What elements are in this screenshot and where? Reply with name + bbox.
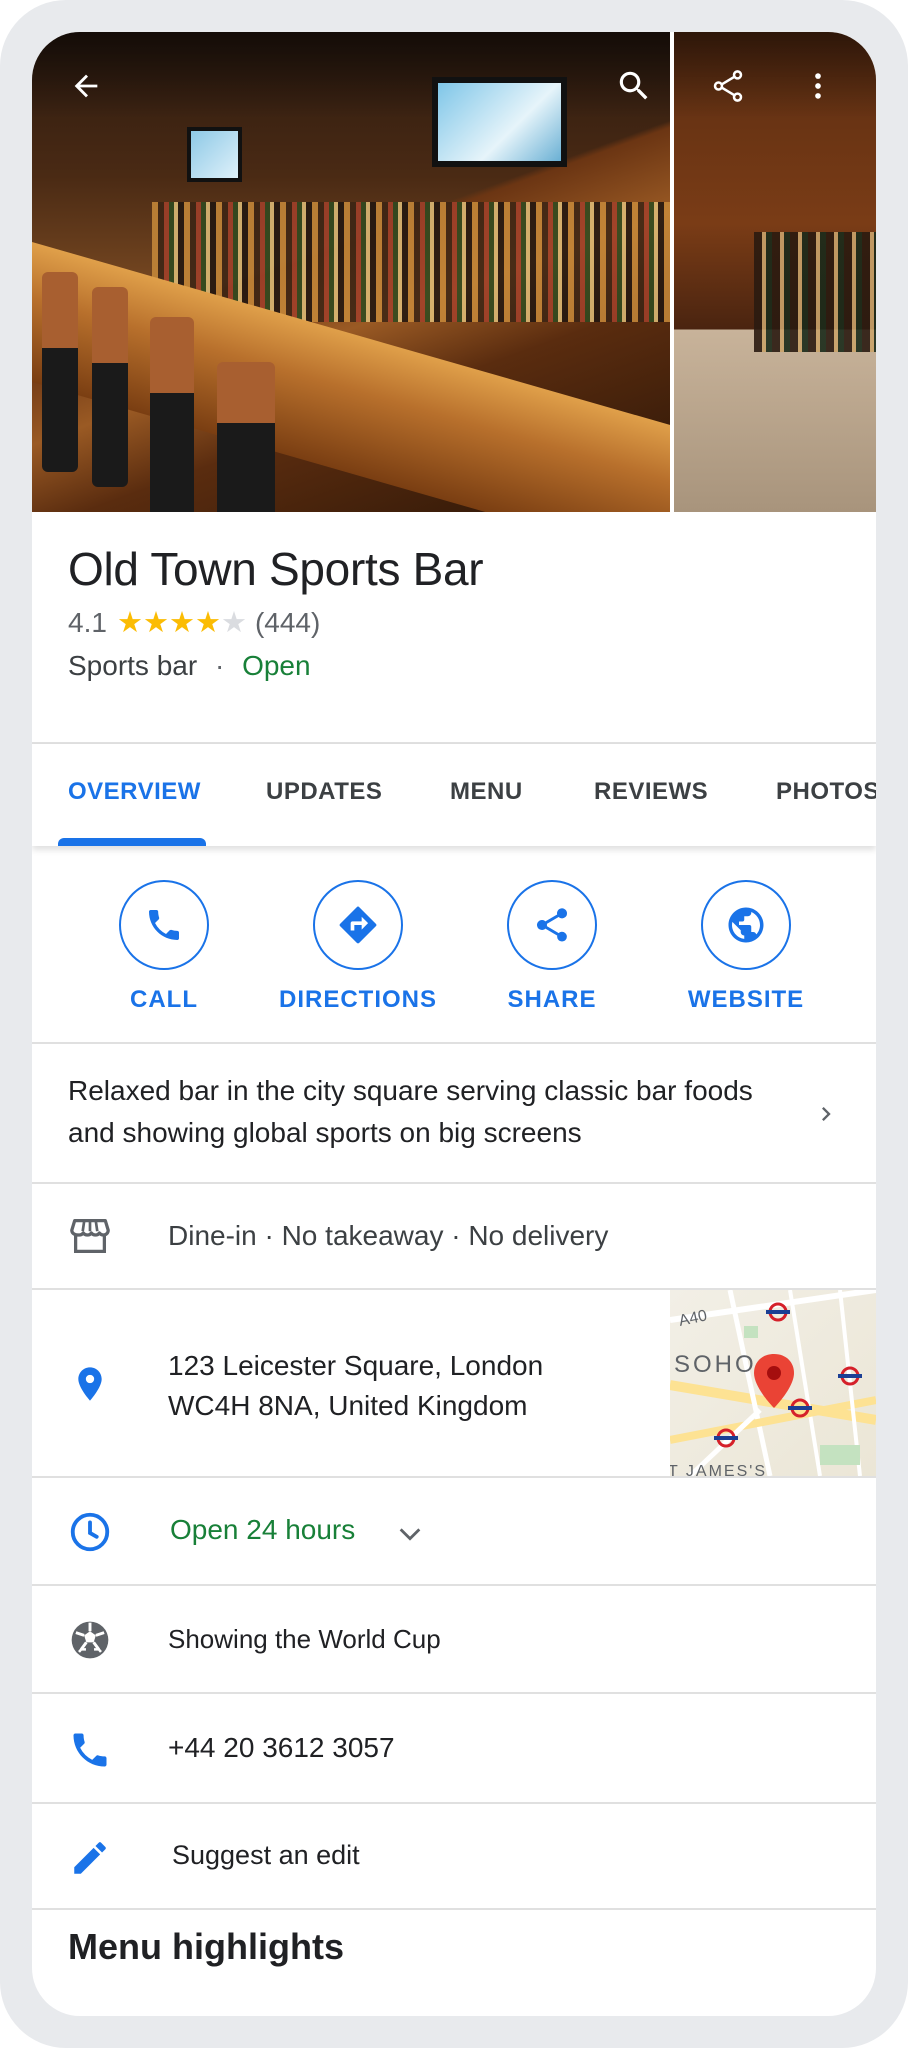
share-button-circle: [507, 880, 597, 970]
service-options-row: Dine-in · No takeaway · No delivery: [32, 1184, 876, 1290]
call-button[interactable]: CALL: [74, 880, 254, 1014]
star-icon: ★: [142, 606, 169, 639]
soccer-ball-icon: [66, 1616, 114, 1664]
place-title: Old Town Sports Bar: [68, 543, 484, 595]
directions-button[interactable]: DIRECTIONS: [268, 880, 448, 1014]
star-icon: ★: [168, 606, 195, 639]
website-button[interactable]: WEBSITE: [656, 880, 836, 1014]
website-label: WEBSITE: [687, 986, 805, 1013]
tv-screen: [432, 77, 567, 167]
call-button-circle: [119, 880, 209, 970]
search-icon[interactable]: [610, 62, 658, 110]
address-line-2: WC4H 8NA, United Kingdom: [168, 1390, 528, 1421]
phone-number: +44 20 3612 3057: [168, 1732, 395, 1763]
location-pin-icon: [66, 1360, 114, 1408]
bar-stool: [42, 272, 78, 472]
globe-icon: [728, 907, 764, 943]
category-row: Sports bar · Open: [68, 650, 311, 682]
description-text: Relaxed bar in the city square serving c…: [68, 1075, 753, 1148]
separator-dot: ·: [214, 650, 225, 681]
pencil-icon: [66, 1834, 114, 1882]
tab-photos[interactable]: PHOTOS: [776, 778, 876, 806]
chevron-right-icon: [822, 1107, 831, 1121]
clock-icon: [66, 1508, 114, 1556]
map-road-label: A40: [677, 1307, 708, 1330]
share-label: SHARE: [507, 986, 597, 1013]
more-vert-icon[interactable]: [794, 62, 842, 110]
photo-carousel[interactable]: [32, 32, 876, 512]
rating-stars: ★ ★ ★ ★ ★: [116, 606, 247, 639]
bar-stool: [150, 317, 194, 512]
phone-icon: [149, 910, 179, 940]
tab-menu[interactable]: MENU: [450, 778, 523, 806]
suggest-edit-row[interactable]: Suggest an edit: [32, 1804, 876, 1910]
star-icon: ★: [116, 606, 143, 639]
description-row[interactable]: Relaxed bar in the city square serving c…: [32, 1044, 876, 1184]
share-button[interactable]: SHARE: [462, 880, 642, 1014]
directions-button-circle: [313, 880, 403, 970]
hours-text: Open 24 hours: [170, 1514, 356, 1545]
action-buttons: CALL DIRECTIONS SHARE WEBSITE: [32, 846, 876, 1044]
address-row[interactable]: 123 Leicester Square, London WC4H 8NA, U…: [32, 1290, 876, 1478]
hours-row[interactable]: Open 24 hours: [32, 1478, 876, 1586]
back-arrow-icon[interactable]: [62, 62, 110, 110]
directions-label: DIRECTIONS: [278, 986, 437, 1013]
star-icon: ★: [194, 606, 221, 639]
directions-icon: [339, 906, 377, 944]
service-options-text: Dine-in · No takeaway · No delivery: [168, 1220, 609, 1251]
tab-reviews[interactable]: REVIEWS: [594, 778, 708, 806]
bar-photo-main[interactable]: [32, 32, 692, 512]
star-icon: ★: [220, 606, 247, 639]
place-header: Old Town Sports Bar 4.1 ★ ★ ★ ★ ★ (444) Spor…: [32, 512, 876, 744]
map-area-label-2: T JAMES'S: [670, 1463, 767, 1476]
open-status: Open: [242, 650, 311, 681]
phone-row[interactable]: +44 20 3612 3057: [32, 1694, 876, 1804]
rating-value: 4.1: [68, 607, 107, 638]
storefront-icon: [66, 1212, 114, 1260]
share-icon: [536, 908, 568, 942]
bar-stool: [217, 362, 275, 512]
screen: Old Town Sports Bar 4.1 ★ ★ ★ ★ ★ (444) Spor…: [32, 32, 876, 2016]
tab-overview[interactable]: OVERVIEW: [68, 778, 201, 806]
review-count: (444): [254, 607, 321, 638]
highlight-text: Showing the World Cup: [168, 1624, 441, 1654]
device-frame: Old Town Sports Bar 4.1 ★ ★ ★ ★ ★ (444) Spor…: [0, 0, 908, 2048]
phone-icon: [66, 1726, 114, 1774]
tab-bar: OVERVIEW UPDATES MENU REVIEWS PHOTOS: [32, 744, 876, 846]
share-icon[interactable]: [704, 62, 752, 110]
mini-map[interactable]: A40 SOHO T JAMES'S: [670, 1290, 876, 1476]
website-button-circle: [701, 880, 791, 970]
address-text: 123 Leicester Square, London WC4H 8NA, U…: [168, 1346, 648, 1426]
category-label: Sports bar: [68, 650, 198, 681]
rating-row[interactable]: 4.1 ★ ★ ★ ★ ★ (444): [68, 607, 320, 639]
suggest-edit-text: Suggest an edit: [172, 1840, 360, 1870]
chevron-down-icon[interactable]: [392, 1520, 428, 1548]
call-label: CALL: [130, 986, 198, 1013]
menu-highlights-heading: Menu highlights: [68, 1926, 344, 1967]
bottle-shelf: [754, 232, 876, 352]
highlight-row: Showing the World Cup: [32, 1586, 876, 1694]
active-tab-indicator: [58, 838, 206, 846]
tv-screen-small: [187, 127, 242, 182]
map-area-label: SOHO: [674, 1351, 757, 1378]
address-line-1: 123 Leicester Square, London: [168, 1350, 544, 1381]
tab-updates[interactable]: UPDATES: [266, 778, 382, 806]
bar-stool: [92, 287, 128, 487]
